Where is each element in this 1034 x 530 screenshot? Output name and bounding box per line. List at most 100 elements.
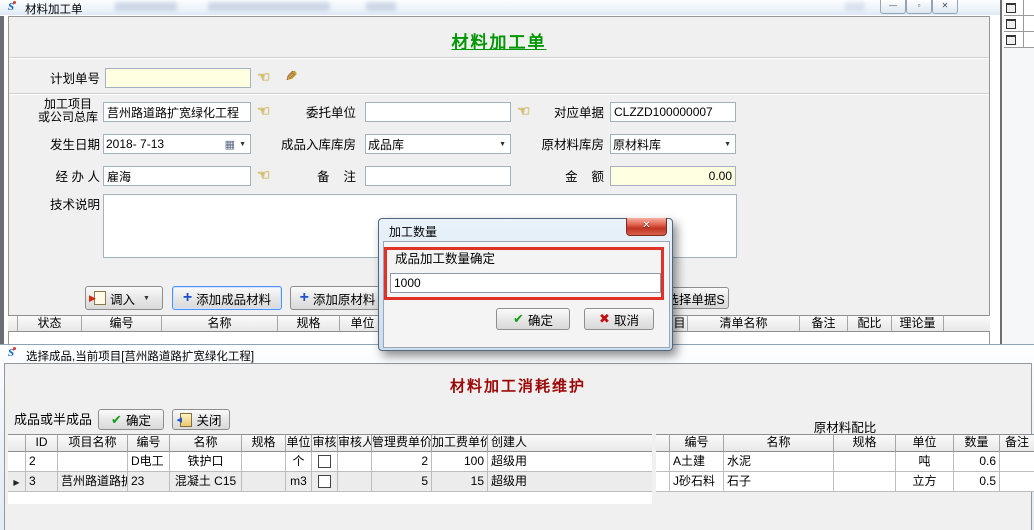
col-project-name[interactable]: 项目名称: [58, 434, 128, 452]
col-unit[interactable]: 单位: [896, 434, 954, 452]
amount-label: 金 额: [540, 170, 604, 184]
cell-remark: [1000, 452, 1034, 472]
row-selector[interactable]: [656, 472, 670, 492]
lookup-hand-icon[interactable]: ☜: [257, 104, 270, 119]
dialog-close-button[interactable]: ✕: [626, 218, 667, 236]
col-ratio[interactable]: 配比: [848, 315, 892, 332]
remark-input[interactable]: [365, 166, 511, 186]
row-selector[interactable]: [8, 452, 26, 472]
import-doc-icon: ▶: [94, 291, 106, 305]
redacted-text: [366, 2, 396, 11]
chevron-down-icon[interactable]: ▼: [720, 141, 735, 148]
col-name[interactable]: 名称: [724, 434, 834, 452]
cell-unit: 立方: [896, 472, 954, 492]
col-name[interactable]: 名称: [162, 315, 278, 332]
cell-code: 23: [128, 472, 170, 492]
col-audit[interactable]: 审核: [312, 434, 338, 452]
redacted-text: [845, 2, 865, 11]
col-id[interactable]: ID: [26, 434, 58, 452]
cell-audit: [312, 472, 338, 492]
close-button[interactable]: ✕: [932, 0, 958, 14]
cell-name: 石子: [724, 472, 834, 492]
separator: [9, 93, 989, 95]
date-input[interactable]: 2018- 7-13 ▦ ▼: [103, 134, 251, 154]
table-row[interactable]: A土建 水泥 吨 0.6: [656, 452, 1034, 472]
tech-desc-label: 技术说明: [20, 198, 100, 212]
cell-auditor: [338, 472, 372, 492]
col-proc-price[interactable]: 加工费单价: [432, 434, 488, 452]
lookup-hand-icon[interactable]: ☜: [257, 70, 270, 85]
col-remark[interactable]: 备注: [800, 315, 848, 332]
rm-warehouse-select[interactable]: 原材料库 ▼: [610, 134, 736, 154]
minimize-button[interactable]: —: [880, 0, 906, 14]
col-name[interactable]: 名称: [170, 434, 242, 452]
app-icon: S: [8, 1, 14, 13]
form-title: 材料加工单: [8, 28, 990, 53]
col-spec[interactable]: 规格: [242, 434, 286, 452]
maintenance-heading: 材料加工消耗维护: [4, 375, 1032, 396]
print-icon: [1006, 19, 1016, 29]
x-icon: ✖: [599, 311, 610, 327]
edit-pencil-icon[interactable]: ✎: [286, 68, 298, 85]
project-input[interactable]: [103, 102, 251, 122]
row-selector[interactable]: ▶: [8, 472, 26, 492]
audit-checkbox[interactable]: [318, 455, 331, 468]
col-mgmt-price[interactable]: 管理费单价: [372, 434, 432, 452]
calendar-icon[interactable]: ▦: [225, 138, 235, 151]
import-arrow-icon: ▶: [89, 293, 96, 304]
add-finished-label: 添加成品材料: [196, 289, 271, 308]
col-spec[interactable]: 规格: [834, 434, 896, 452]
col-theory[interactable]: 理论量: [892, 315, 944, 332]
col-code[interactable]: 编号: [670, 434, 724, 452]
col-qty[interactable]: 数量: [954, 434, 1000, 452]
close-window-button[interactable]: ◂ 关闭: [172, 409, 230, 430]
client-input[interactable]: [365, 102, 511, 122]
chevron-down-icon[interactable]: ▼: [495, 141, 510, 148]
cell-mgmt-price: 2: [372, 452, 432, 472]
table-row[interactable]: 2 D电工 铁护口 个 2 100 超级用: [8, 452, 652, 472]
cell-qty: 0.5: [954, 472, 1000, 492]
annotation-rectangle: [384, 247, 664, 300]
product-type-label: 成品或半成品: [14, 413, 92, 427]
col-remark[interactable]: 备注: [1000, 434, 1034, 452]
table-row-selected[interactable]: ▶ 3 莒州路道路扩宽绿 23 混凝土 C15 m3 5 15 超级用: [8, 472, 652, 492]
main-window-titlebar: S 材料加工单 — ▫ ✕: [0, 0, 1000, 15]
cell-remark: [1000, 472, 1034, 492]
table-row[interactable]: J砂石料 石子 立方 0.5: [656, 472, 1034, 492]
maximize-button[interactable]: ▫: [906, 0, 932, 14]
background-grid-cell: [1024, 0, 1034, 16]
audit-checkbox[interactable]: [318, 475, 331, 488]
dialog-title: 加工数量: [389, 223, 437, 240]
lookup-hand-icon[interactable]: ☜: [517, 104, 530, 119]
ok-button[interactable]: ✔ 确定: [496, 308, 570, 330]
col-status[interactable]: 状态: [18, 315, 82, 332]
col-creator[interactable]: 创建人: [488, 434, 652, 452]
col-unit[interactable]: 单位: [286, 434, 312, 452]
doc-label: 对应单据: [540, 106, 604, 120]
lookup-hand-icon[interactable]: ☜: [257, 168, 270, 183]
col-code[interactable]: 编号: [128, 434, 170, 452]
row-selector[interactable]: [656, 452, 670, 472]
col-code[interactable]: 编号: [82, 315, 162, 332]
cell-auditor: [338, 452, 372, 472]
col-spec[interactable]: 规格: [278, 315, 340, 332]
plan-number-input[interactable]: [105, 68, 251, 88]
fg-warehouse-select[interactable]: 成品库 ▼: [365, 134, 511, 154]
amount-input[interactable]: [610, 166, 736, 186]
confirm-label: 确定: [126, 410, 151, 429]
cell-creator: 超级用: [488, 472, 652, 492]
cell-unit: 吨: [896, 452, 954, 472]
import-button[interactable]: ▶ 调入 ▼: [85, 286, 163, 310]
add-raw-material-button[interactable]: + 添加原材料: [290, 286, 385, 310]
confirm-button[interactable]: ✔ 确定: [98, 409, 164, 430]
cancel-button[interactable]: ✖ 取消: [584, 308, 654, 330]
col-list-name[interactable]: 清单名称: [688, 315, 800, 332]
handler-input[interactable]: [103, 166, 251, 186]
add-finished-material-button[interactable]: + 添加成品材料: [172, 286, 282, 310]
doc-input[interactable]: [610, 102, 736, 122]
redacted-text: [115, 2, 177, 11]
col-auditor[interactable]: 审核人: [338, 434, 372, 452]
background-window-strip: [1000, 0, 1034, 344]
chevron-down-icon[interactable]: ▼: [235, 141, 250, 148]
chevron-down-icon[interactable]: ▼: [139, 295, 154, 302]
